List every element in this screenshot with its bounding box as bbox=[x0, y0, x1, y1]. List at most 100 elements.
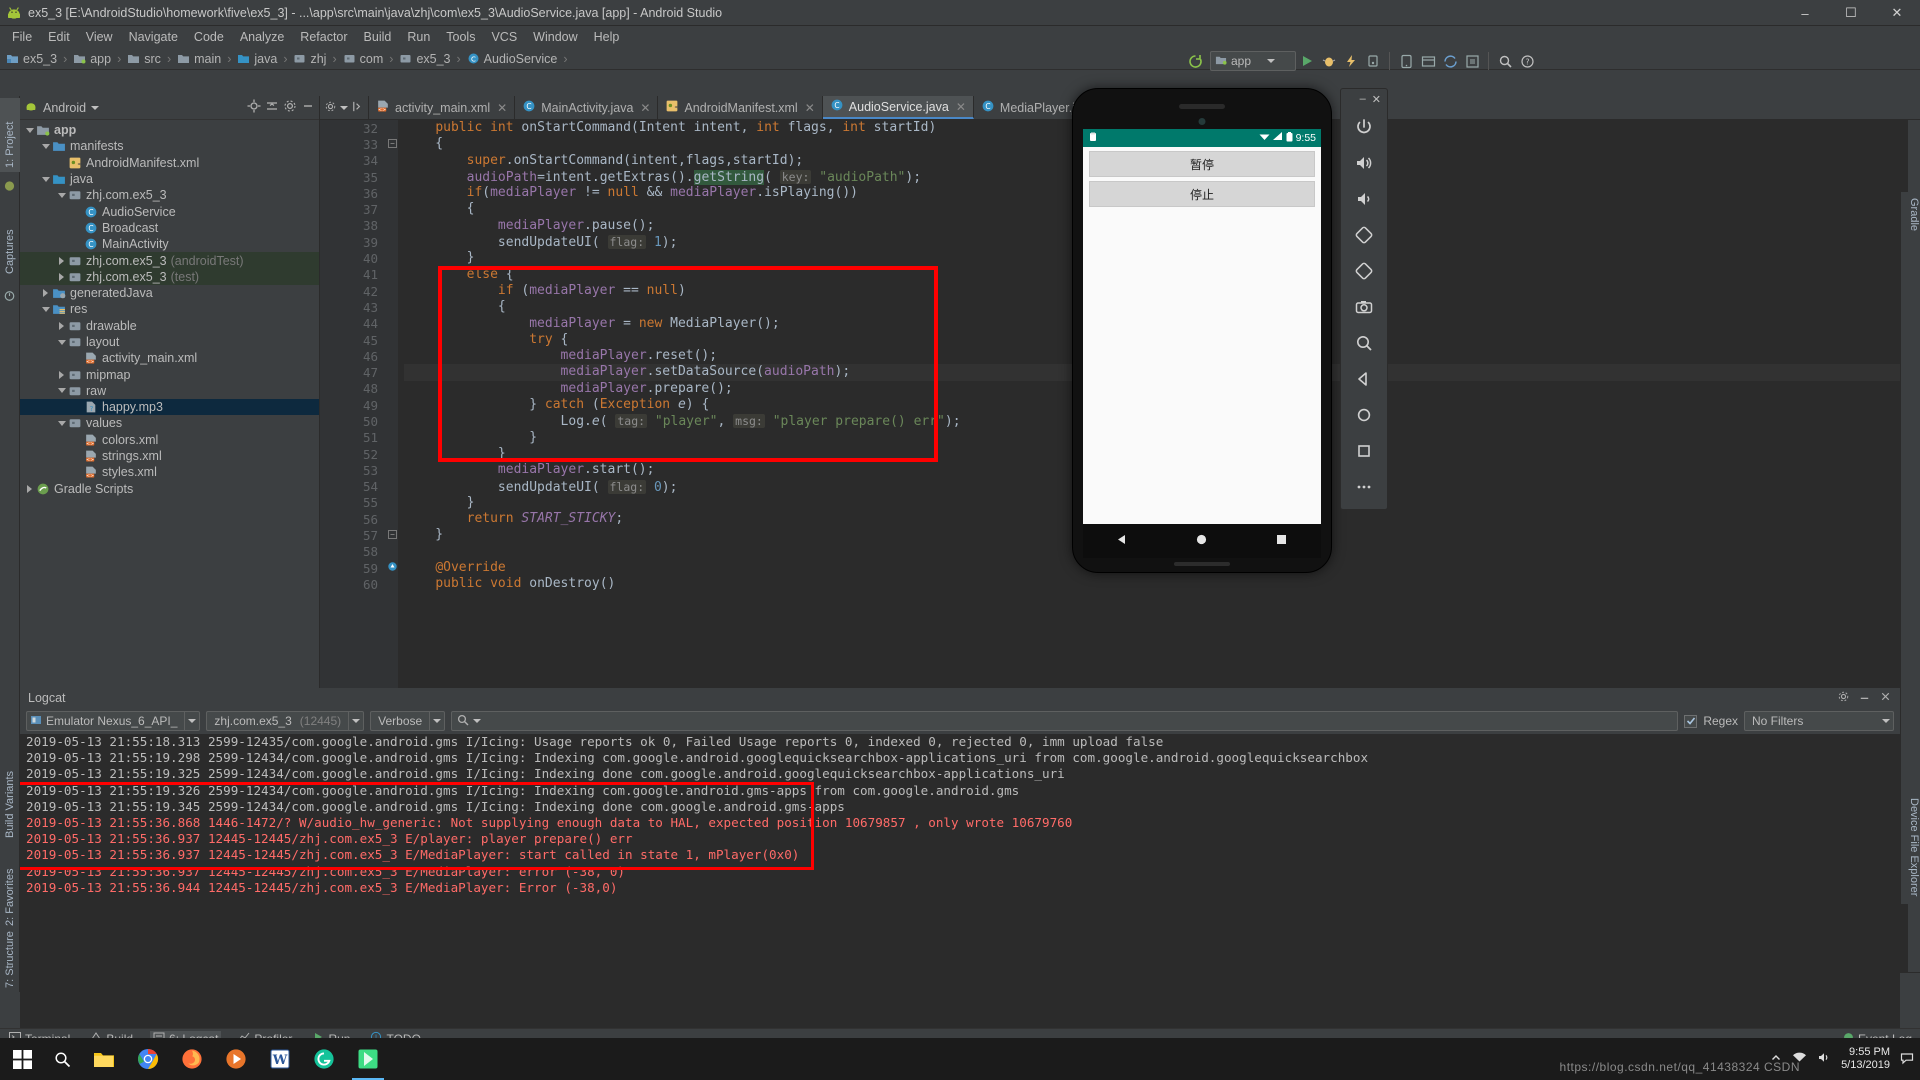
tree-item-zhj-com-ex5-3[interactable]: zhj.com.ex5_3 bbox=[20, 187, 319, 203]
device-selector[interactable]: Emulator Nexus_6_API_ bbox=[26, 711, 201, 731]
sidebar-item-gradle[interactable]: Gradle bbox=[1900, 194, 1920, 235]
menu-analyze[interactable]: Analyze bbox=[232, 28, 292, 46]
logcat-line[interactable]: 2019-05-13 21:55:36.944 12445-12445/zhj.… bbox=[26, 880, 1900, 896]
chevron-down-icon[interactable] bbox=[56, 339, 67, 345]
logcat-search-input[interactable] bbox=[451, 711, 1679, 731]
close-panel-icon[interactable] bbox=[1879, 690, 1892, 706]
overview-icon[interactable] bbox=[1344, 433, 1384, 469]
emulator-pause-button[interactable]: 暂停 bbox=[1089, 151, 1315, 177]
menu-edit[interactable]: Edit bbox=[40, 28, 78, 46]
rotate-right-icon[interactable] bbox=[1344, 253, 1384, 289]
tree-item-values[interactable]: values bbox=[20, 415, 319, 431]
logcat-output[interactable]: 2019-05-13 21:55:18.313 2599-12435/com.g… bbox=[20, 734, 1900, 1028]
help-icon[interactable]: ? bbox=[1516, 51, 1538, 71]
taskbar-media-player[interactable] bbox=[214, 1038, 258, 1080]
chevron-right-icon[interactable] bbox=[56, 272, 67, 281]
settings-gear-icon[interactable] bbox=[324, 100, 337, 116]
menu-help[interactable]: Help bbox=[586, 28, 628, 46]
menu-code[interactable]: Code bbox=[186, 28, 232, 46]
chevron-down-icon[interactable] bbox=[91, 105, 100, 110]
chevron-down-icon[interactable] bbox=[40, 143, 51, 149]
breadcrumb-item-ex5_3-module[interactable]: ex5_3 › bbox=[6, 52, 73, 66]
tree-item-activity-main-xml[interactable]: <> activity_main.xml bbox=[20, 350, 319, 366]
search-taskbar-icon[interactable] bbox=[42, 1038, 82, 1080]
logcat-line[interactable]: 2019-05-13 21:55:18.313 2599-12435/com.g… bbox=[26, 734, 1900, 750]
settings-gear-icon[interactable] bbox=[1837, 690, 1850, 706]
logcat-line[interactable]: 2019-05-13 21:55:19.298 2599-12434/com.g… bbox=[26, 750, 1900, 766]
hide-panel-icon[interactable] bbox=[301, 99, 315, 116]
start-button[interactable] bbox=[2, 1038, 42, 1080]
editor-tab-mainactivity-java[interactable]: C MainActivity.java ✕ bbox=[515, 96, 659, 119]
process-selector[interactable]: zhj.com.ex5_3 (12445) bbox=[206, 711, 365, 731]
back-icon[interactable] bbox=[1344, 361, 1384, 397]
tree-item-styles-xml[interactable]: <> styles.xml bbox=[20, 464, 319, 480]
maximize-button[interactable]: ☐ bbox=[1828, 0, 1874, 26]
taskbar-grammarly[interactable] bbox=[302, 1038, 346, 1080]
debug-button[interactable] bbox=[1318, 51, 1340, 71]
close-icon[interactable]: ✕ bbox=[805, 101, 815, 115]
tree-item-raw[interactable]: raw bbox=[20, 383, 319, 399]
chevron-down-icon[interactable] bbox=[340, 105, 348, 110]
close-icon[interactable]: ✕ bbox=[497, 101, 507, 115]
breadcrumb-item-main[interactable]: main › bbox=[177, 52, 237, 66]
chevron-right-icon[interactable] bbox=[56, 370, 67, 379]
close-icon[interactable]: ✕ bbox=[956, 100, 966, 114]
attach-debugger-icon[interactable] bbox=[1362, 51, 1384, 71]
chevron-down-icon[interactable] bbox=[433, 719, 442, 723]
menu-navigate[interactable]: Navigate bbox=[121, 28, 186, 46]
zoom-icon[interactable] bbox=[1344, 325, 1384, 361]
override-gutter-icon[interactable] bbox=[387, 560, 398, 575]
menu-refactor[interactable]: Refactor bbox=[292, 28, 355, 46]
logcat-line[interactable]: 2019-05-13 21:55:36.937 12445-12445/zhj.… bbox=[26, 847, 1900, 863]
run-configuration-selector[interactable]: app bbox=[1210, 51, 1296, 71]
logcat-line[interactable]: 2019-05-13 21:55:19.345 2599-12434/com.g… bbox=[26, 799, 1900, 815]
close-button[interactable]: ✕ bbox=[1874, 0, 1920, 26]
tree-item-java[interactable]: java bbox=[20, 171, 319, 187]
layout-inspector-icon[interactable] bbox=[1461, 51, 1483, 71]
notification-center-icon[interactable] bbox=[1900, 1051, 1914, 1068]
sidebar-item-project[interactable]: 1: Project bbox=[0, 98, 20, 172]
run-button[interactable] bbox=[1296, 51, 1318, 71]
regex-checkbox[interactable] bbox=[1684, 714, 1698, 728]
breadcrumb-item-java[interactable]: java › bbox=[237, 52, 293, 66]
taskbar-file-explorer[interactable] bbox=[82, 1038, 126, 1080]
breadcrumb-item-audioservice[interactable]: C AudioService › bbox=[467, 52, 574, 66]
chevron-down-icon[interactable] bbox=[40, 306, 51, 312]
chevron-down-icon[interactable] bbox=[473, 719, 482, 723]
home-icon[interactable] bbox=[1344, 397, 1384, 433]
taskbar-android-studio[interactable] bbox=[346, 1038, 390, 1080]
sdk-manager-icon[interactable] bbox=[1417, 51, 1439, 71]
chevron-down-icon[interactable] bbox=[40, 176, 51, 182]
tree-item-audioservice[interactable]: C AudioService bbox=[20, 203, 319, 219]
emulator-close-button[interactable]: ✕ bbox=[1372, 93, 1381, 106]
chevron-down-icon[interactable] bbox=[56, 388, 67, 394]
split-editor-icon[interactable] bbox=[351, 100, 364, 116]
chevron-down-icon[interactable] bbox=[1882, 719, 1890, 723]
power-icon[interactable] bbox=[1344, 109, 1384, 145]
breadcrumb-item-src[interactable]: src › bbox=[127, 52, 177, 66]
editor-tab-androidmanifest-xml[interactable]: <> AndroidManifest.xml ✕ bbox=[658, 96, 823, 119]
filter-selector[interactable]: No Filters bbox=[1744, 711, 1894, 731]
tree-item-zhj-com-ex5-3[interactable]: zhj.com.ex5_3 (test) bbox=[20, 268, 319, 285]
menu-tools[interactable]: Tools bbox=[438, 28, 483, 46]
android-emulator-window[interactable]: 9:55 暂停 停止 bbox=[1072, 88, 1332, 573]
volume-up-icon[interactable] bbox=[1344, 145, 1384, 181]
tree-item-gradle-scripts[interactable]: Gradle Scripts bbox=[20, 481, 319, 497]
instant-run-icon[interactable] bbox=[1340, 51, 1362, 71]
tree-item-app[interactable]: app bbox=[20, 122, 319, 138]
sidebar-item-captures[interactable]: Captures bbox=[0, 204, 20, 278]
settings-gear-icon[interactable] bbox=[283, 99, 297, 116]
locate-file-icon[interactable] bbox=[247, 99, 261, 116]
chevron-right-icon[interactable] bbox=[56, 256, 67, 265]
vcs-update-icon[interactable] bbox=[1184, 51, 1206, 71]
tree-item-res[interactable]: res bbox=[20, 301, 319, 317]
breadcrumb-item-zhj[interactable]: zhj › bbox=[293, 52, 342, 66]
chevron-right-icon[interactable] bbox=[40, 289, 51, 298]
taskbar-clock[interactable]: 9:55 PM 5/13/2019 bbox=[1841, 1046, 1890, 1072]
sidebar-item-favorites[interactable]: 2: Favorites bbox=[0, 844, 20, 930]
tree-item-strings-xml[interactable]: <> strings.xml bbox=[20, 448, 319, 464]
minimize-button[interactable]: – bbox=[1782, 0, 1828, 26]
sidebar-item-build-variants[interactable]: Build Variants bbox=[0, 750, 20, 842]
tree-item-mipmap[interactable]: mipmap bbox=[20, 366, 319, 382]
tree-item-zhj-com-ex5-3[interactable]: zhj.com.ex5_3 (androidTest) bbox=[20, 252, 319, 269]
